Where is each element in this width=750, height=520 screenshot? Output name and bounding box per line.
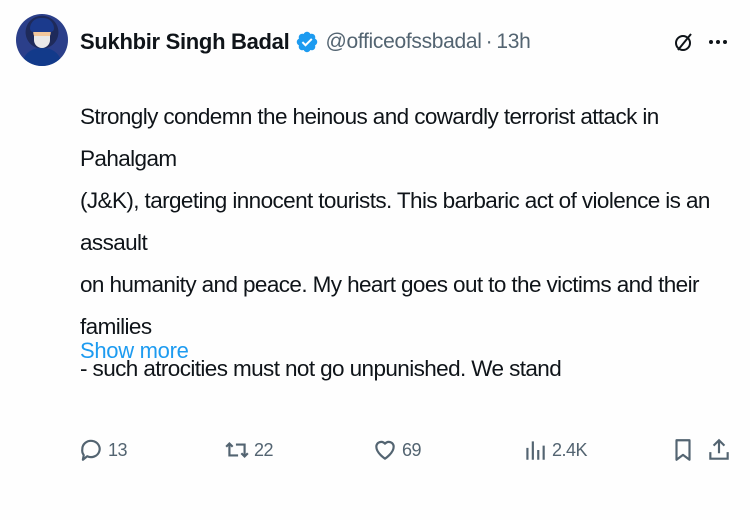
show-more-link[interactable]: Show more — [80, 338, 189, 364]
more-icon[interactable] — [706, 30, 730, 54]
grok-icon[interactable] — [672, 30, 696, 54]
repost-button[interactable]: 22 — [224, 430, 274, 470]
verified-badge-icon[interactable] — [295, 30, 319, 54]
more-dot — [723, 40, 727, 44]
views-icon — [526, 441, 545, 460]
reply-count: 13 — [108, 439, 128, 460]
reply-button[interactable]: 13 — [78, 430, 128, 470]
bookmark-icon — [675, 439, 691, 461]
like-button[interactable]: 69 — [372, 430, 422, 470]
views-button[interactable]: 2.4K — [522, 430, 588, 470]
bookmark-button[interactable] — [670, 430, 696, 470]
separator-dot: · — [485, 30, 493, 53]
repost-count: 22 — [254, 439, 274, 460]
repost-icon — [225, 441, 249, 459]
author-handle[interactable]: @officeofssbadal — [325, 30, 482, 54]
more-dot — [716, 40, 720, 44]
avatar-beard — [34, 36, 50, 48]
tweet-card[interactable]: Sukhbir Singh Badal @officeofssbadal · 1… — [0, 0, 750, 520]
tweet-line: Strongly condemn the heinous and cowardl… — [80, 104, 659, 171]
views-count: 2.4K — [552, 439, 588, 460]
tweet-header: Sukhbir Singh Badal @officeofssbadal · 1… — [80, 28, 531, 56]
more-dot — [709, 40, 713, 44]
tweet-line: on humanity and peace. My heart goes out… — [80, 272, 699, 339]
avatar-turban — [30, 18, 54, 32]
heart-icon — [375, 440, 395, 460]
like-count: 69 — [402, 439, 422, 460]
avatar-body — [22, 48, 62, 66]
share-icon — [709, 438, 729, 460]
reply-icon — [81, 439, 101, 461]
tweet-time[interactable]: 13h — [496, 30, 530, 54]
author-name[interactable]: Sukhbir Singh Badal — [80, 29, 290, 55]
action-bar: 13 22 69 2.4K — [0, 430, 750, 470]
tweet-line: (J&K), targeting innocent tourists. This… — [80, 188, 710, 255]
share-button[interactable] — [706, 430, 732, 470]
avatar[interactable] — [16, 14, 68, 66]
